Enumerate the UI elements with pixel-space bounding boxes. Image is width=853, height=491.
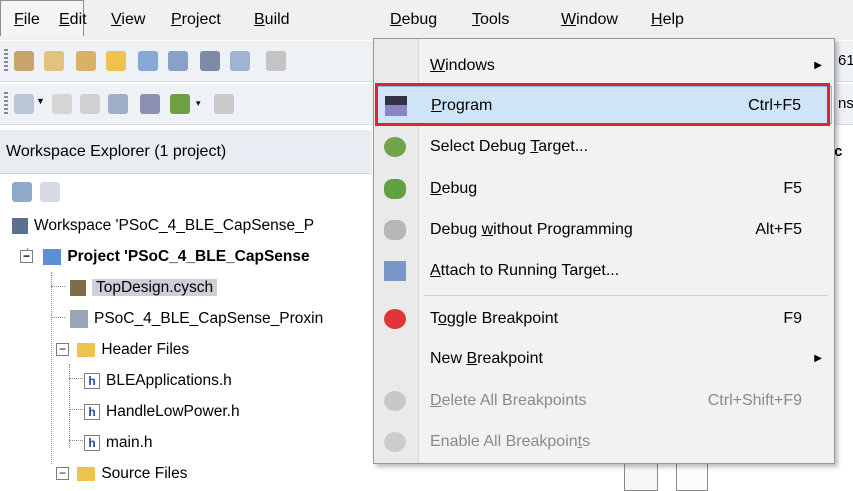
print-icon[interactable] [200,51,220,71]
submenu-arrow-icon: ▶ [814,353,822,364]
cut-icon[interactable] [266,51,286,71]
toolbar-fragment: ns [838,95,853,112]
menu-item-debug[interactable]: Debug F5 [376,170,832,208]
menu-item-new-breakpoint[interactable]: New Breakpoint ▶ [376,340,832,378]
toolbar-overflow-icon[interactable]: ▾ [196,98,201,109]
menu-item-attach[interactable]: Attach to Running Target... [376,252,832,290]
device-select-icon[interactable] [14,94,34,114]
menu-item-delete-all-breakpoints[interactable]: Delete All Breakpoints Ctrl+Shift+F9 [376,382,832,420]
workspace-icon [12,217,28,234]
menu-project[interactable]: Project [171,6,221,34]
bug-icon [384,179,406,199]
delete-breakpoints-icon [384,391,406,411]
menu-edit[interactable]: Edit [59,6,87,34]
collapse-icon[interactable]: − [20,250,33,264]
shortcut-label: Ctrl+Shift+F9 [707,392,802,409]
header-file-icon: h [84,434,100,451]
folder-icon [77,466,96,481]
build-icon[interactable] [52,94,72,114]
debug-bug-icon[interactable] [170,94,190,114]
indent-icon[interactable] [214,94,234,114]
debug-target-icon [384,137,406,157]
workspace-tree: Workspace 'PSoC_4_BLE_CapSense_P − Proje… [0,210,372,489]
dropdown-arrow-icon[interactable]: ▼ [36,96,45,106]
menu-help[interactable]: Help [651,6,684,34]
new-project-icon[interactable] [44,51,64,71]
menu-tools[interactable]: Tools [472,6,509,34]
menu-item-toggle-breakpoint[interactable]: Toggle Breakpoint F9 [376,300,832,338]
program-chip-icon [385,96,407,116]
submenu-arrow-icon: ▶ [814,60,822,71]
menu-item-debug-without-programming[interactable]: Debug without Programming Alt+F5 [376,211,832,249]
header-file-icon: h [84,372,100,389]
project-icon [43,248,62,265]
shortcut-label: F5 [783,180,802,197]
bug-outline-icon [384,220,406,240]
clean-icon[interactable] [80,94,100,114]
new-workspace-icon[interactable] [14,51,34,71]
tree-file[interactable]: h main.h [84,428,153,458]
design-wide-resources-icon [70,309,88,328]
save-all-icon[interactable] [168,51,188,71]
enable-breakpoints-icon [384,432,406,452]
tree-project[interactable]: − Project 'PSoC_4_BLE_CapSense [20,242,310,272]
menu-item-program[interactable]: Program Ctrl+F5 [376,86,832,124]
schematic-icon [70,279,86,296]
toolbar-grip[interactable] [4,49,8,73]
menu-build[interactable]: Build [254,6,290,34]
shortcut-label: F9 [783,310,802,327]
shortcut-label: Alt+F5 [755,221,802,238]
print-preview-icon[interactable] [230,51,250,71]
menu-separator [424,295,828,296]
breakpoint-icon [384,309,406,329]
toolbar-fragment: 61 [838,52,853,69]
collapse-icon[interactable]: − [56,343,69,357]
tree-item-topdesign[interactable]: TopDesign.cysch [66,273,218,303]
folder-icon [77,342,96,357]
collapse-icon[interactable]: − [56,467,69,481]
save-icon[interactable] [138,51,158,71]
collapse-all-icon[interactable] [12,182,32,202]
tree-workspace[interactable]: Workspace 'PSoC_4_BLE_CapSense_P [12,211,314,241]
open-folder-icon[interactable] [106,51,126,71]
menu-item-select-debug-target[interactable]: Select Debug Target... [376,128,832,166]
tree-folder-header[interactable]: − Header Files [56,335,189,365]
menu-file[interactable]: File [14,6,40,34]
new-file-icon[interactable] [76,51,96,71]
shortcut-label: Ctrl+F5 [748,97,801,114]
menu-view[interactable]: View [111,6,145,34]
workspace-toolbar [0,175,372,209]
tree-file[interactable]: h BLEApplications.h [84,366,232,396]
toolbar-grip[interactable] [4,92,8,116]
menu-debug[interactable]: Debug [390,6,437,34]
menu-item-windows[interactable]: Windows ▶ [376,47,832,85]
menu-window[interactable]: Window [561,6,618,34]
menu-bar: File Edit View Project Build Debug Tools… [0,0,853,40]
debug-dropdown-menu: Windows ▶ Program Ctrl+F5 Select Debug T… [373,38,835,464]
show-files-icon[interactable] [40,182,60,202]
tree-folder-source[interactable]: − Source Files [56,459,187,489]
workspace-explorer-title: Workspace Explorer (1 project) [0,130,372,174]
attach-target-icon [384,261,406,281]
generate-icon[interactable] [108,94,128,114]
tree-item-cydwr[interactable]: PSoC_4_BLE_CapSense_Proxin [66,304,323,334]
tree-file[interactable]: h HandleLowPower.h [84,397,240,427]
menu-item-enable-all-breakpoints[interactable]: Enable All Breakpoints [376,423,832,461]
program-chip-icon[interactable] [140,94,160,114]
header-file-icon: h [84,403,100,420]
